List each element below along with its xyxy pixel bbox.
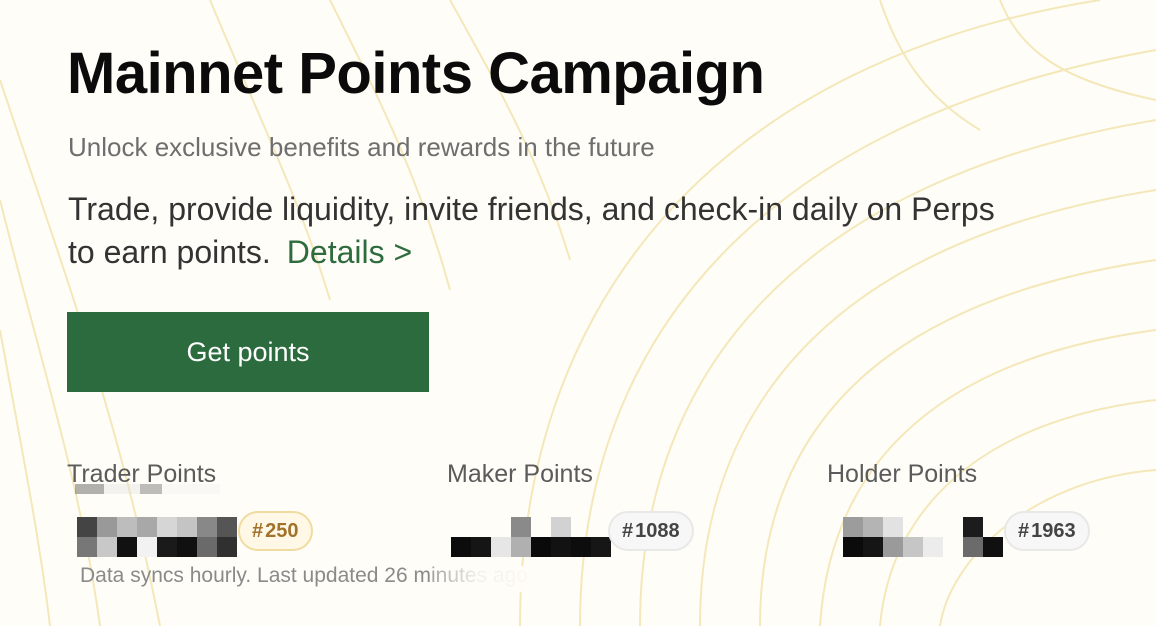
page-subtitle: Unlock exclusive benefits and rewards in… xyxy=(68,132,655,162)
page-title: Mainnet Points Campaign xyxy=(67,41,765,106)
details-link[interactable]: Details > xyxy=(287,234,412,270)
trader-points-card: Trader Points #250 xyxy=(67,460,313,571)
sync-note-blur xyxy=(430,566,570,592)
holder-rank-badge: #1963 xyxy=(1004,511,1090,551)
redacted-overlay xyxy=(75,484,220,494)
description-text: Trade, provide liquidity, invite friends… xyxy=(68,191,995,270)
maker-rank-value: 1088 xyxy=(635,519,680,542)
holder-points-value-redacted xyxy=(843,517,1003,557)
trader-rank-badge: #250 xyxy=(238,511,313,551)
maker-points-card: Maker Points #1088 xyxy=(447,460,694,571)
holder-points-card: Holder Points #1963 xyxy=(827,460,1090,571)
points-campaign-panel: Mainnet Points Campaign Unlock exclusive… xyxy=(0,0,1156,626)
trader-rank-value: 250 xyxy=(265,519,299,542)
trader-points-value-redacted xyxy=(77,517,237,557)
hash-icon: # xyxy=(252,519,264,542)
campaign-description: Trade, provide liquidity, invite friends… xyxy=(68,188,1028,274)
maker-rank-badge: #1088 xyxy=(608,511,694,551)
hash-icon: # xyxy=(1018,519,1030,542)
holder-points-label: Holder Points xyxy=(827,460,978,488)
get-points-button[interactable]: Get points xyxy=(67,312,429,392)
hash-icon: # xyxy=(622,519,634,542)
holder-rank-value: 1963 xyxy=(1031,519,1076,542)
maker-points-value-redacted xyxy=(451,517,611,557)
maker-points-label: Maker Points xyxy=(447,460,593,488)
